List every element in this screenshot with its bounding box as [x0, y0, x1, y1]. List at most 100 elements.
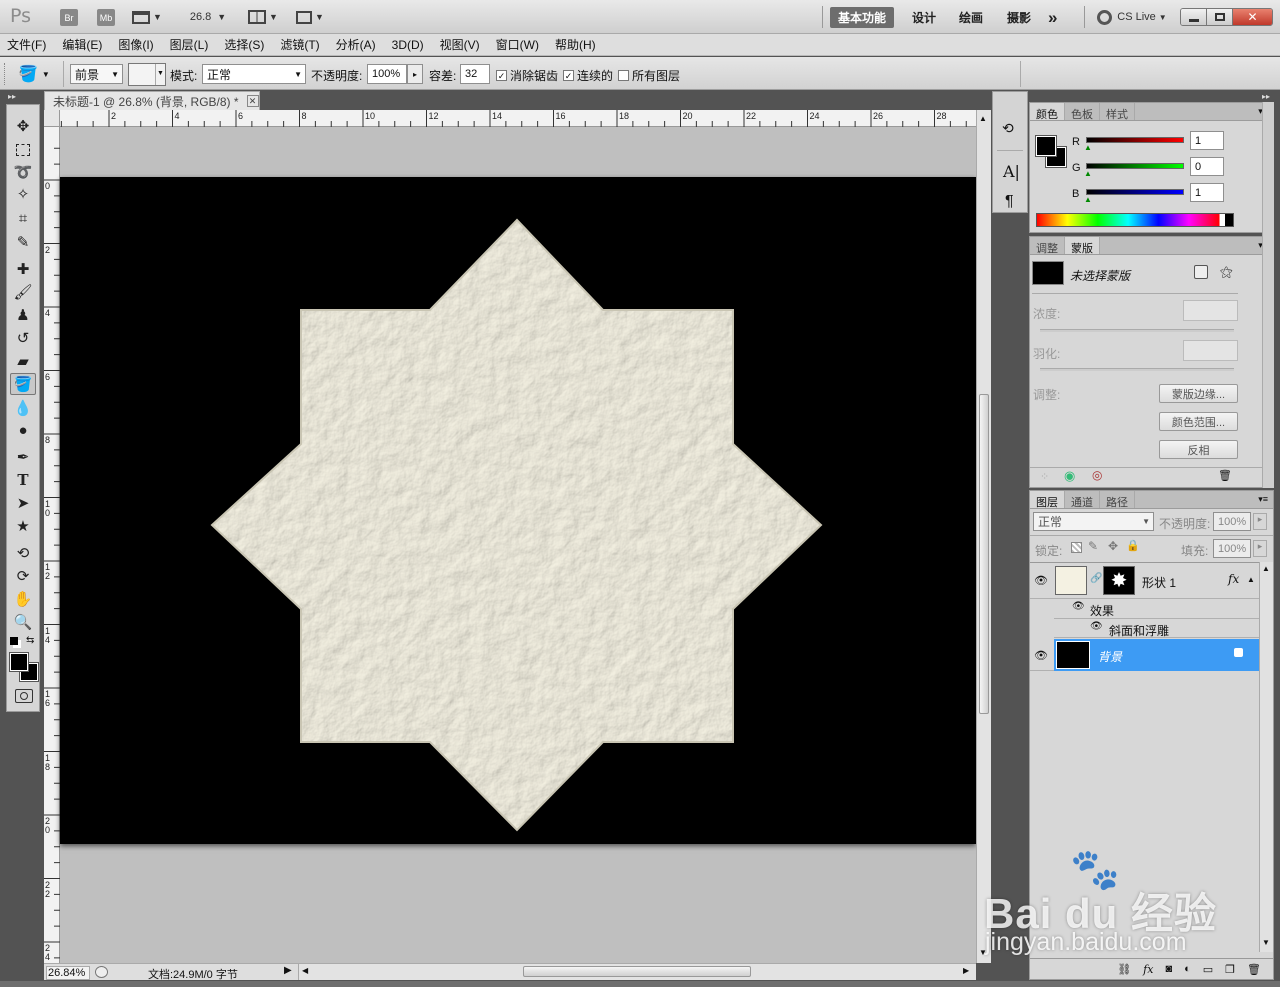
contiguous-checkbox[interactable]: ✓: [563, 70, 574, 81]
workspace-design[interactable]: 设计: [904, 7, 944, 28]
density-input[interactable]: [1183, 300, 1238, 321]
channel-b-thumb[interactable]: ▲: [1084, 195, 1092, 204]
channel-r-slider[interactable]: [1086, 137, 1184, 143]
bevel-visibility-icon[interactable]: 👁: [1090, 621, 1103, 632]
crop-tool[interactable]: ⌗: [10, 207, 36, 229]
document-tab[interactable]: 未标题-1 @ 26.8% (背景, RGB/8) * ✕: [44, 91, 260, 110]
add-style-icon[interactable]: fx: [1143, 963, 1153, 976]
zoom-level-dropdown[interactable]: 26.8 ▼: [186, 6, 230, 28]
hand-tool[interactable]: ✋: [10, 588, 36, 610]
channel-b-slider[interactable]: [1086, 189, 1184, 195]
channel-r-thumb[interactable]: ▲: [1084, 143, 1092, 152]
menu-file[interactable]: 文件(F): [7, 36, 46, 53]
effects-row[interactable]: 👁 效果: [1054, 599, 1259, 619]
clone-stamp-tool[interactable]: ♟: [10, 304, 36, 326]
history-panel-icon[interactable]: ⟲: [1002, 120, 1014, 137]
lock-all-icon[interactable]: 🔒: [1126, 539, 1140, 552]
swap-colors-icon[interactable]: ⇆: [26, 635, 34, 646]
workspace-painting[interactable]: 绘画: [951, 7, 991, 28]
marquee-tool[interactable]: [10, 139, 36, 161]
tab-swatches[interactable]: 色板: [1065, 103, 1100, 121]
opacity-input[interactable]: 100%: [367, 64, 407, 84]
layer-row-background[interactable]: 背景: [1054, 639, 1259, 671]
cs-live-button[interactable]: CS Live ▼: [1094, 6, 1170, 28]
panel-menu-icon[interactable]: ▾≡: [1258, 494, 1268, 508]
antialias-checkbox[interactable]: ✓: [496, 70, 507, 81]
tab-channels[interactable]: 通道: [1065, 491, 1100, 509]
antialias-checkbox-group[interactable]: ✓ 消除锯齿: [496, 67, 558, 84]
3d-orbit-tool[interactable]: ⟳: [10, 565, 36, 587]
tolerance-input[interactable]: 32: [460, 64, 490, 84]
move-tool[interactable]: ✥: [10, 115, 36, 137]
restore-button[interactable]: [1207, 9, 1233, 25]
default-colors-icon[interactable]: [10, 637, 18, 645]
tab-paths[interactable]: 路径: [1100, 491, 1135, 509]
minimize-button[interactable]: [1181, 9, 1207, 25]
scroll-thumb[interactable]: [979, 394, 989, 714]
eraser-tool[interactable]: ▰: [10, 350, 36, 372]
character-panel-icon[interactable]: A|: [1003, 162, 1020, 181]
channel-b-input[interactable]: 1: [1190, 183, 1224, 202]
layer-opacity-arrow[interactable]: ▸: [1253, 513, 1267, 530]
layers-scrollbar[interactable]: ▲ ▼: [1259, 562, 1273, 952]
3d-rotate-tool[interactable]: ⟲: [10, 542, 36, 564]
all-layers-checkbox-group[interactable]: 所有图层: [618, 67, 680, 84]
contiguous-checkbox-group[interactable]: ✓ 连续的: [563, 67, 613, 84]
bridge-button[interactable]: Br: [60, 9, 78, 26]
menu-analysis[interactable]: 分析(A): [336, 36, 376, 53]
vertical-scrollbar[interactable]: ▲ ▼: [976, 110, 991, 963]
channel-r-input[interactable]: 1: [1190, 131, 1224, 150]
expand-effects-icon[interactable]: ▲: [1247, 575, 1255, 584]
tab-masks[interactable]: 蒙版: [1065, 237, 1100, 255]
lock-position-icon[interactable]: ✥: [1108, 539, 1118, 553]
load-selection-icon[interactable]: ⁘: [1040, 470, 1049, 483]
fill-source-select[interactable]: 前景 ▼: [70, 64, 123, 84]
color-range-button[interactable]: 颜色范围...: [1159, 412, 1238, 431]
menu-help[interactable]: 帮助(H): [555, 36, 596, 53]
menu-filter[interactable]: 滤镜(T): [280, 36, 319, 53]
zoom-percentage-field[interactable]: 26.84%: [46, 966, 90, 980]
tab-styles[interactable]: 样式: [1100, 103, 1135, 121]
layer-fill-arrow[interactable]: ▸: [1253, 540, 1267, 557]
paragraph-panel-icon[interactable]: ¶: [1005, 193, 1014, 211]
feather-input[interactable]: [1183, 340, 1238, 361]
scroll-right-arrow[interactable]: ▶: [963, 966, 969, 975]
layer-fx-icon[interactable]: fx: [1228, 572, 1239, 586]
scroll-left-arrow[interactable]: ◀: [302, 966, 308, 975]
scroll-up-arrow[interactable]: ▲: [979, 114, 987, 123]
ruler-origin[interactable]: [44, 110, 60, 127]
workspace-photography[interactable]: 摄影: [999, 7, 1039, 28]
workspace-essentials[interactable]: 基本功能: [830, 7, 895, 28]
new-group-icon[interactable]: ▭: [1203, 963, 1213, 976]
menu-view[interactable]: 视图(V): [440, 36, 480, 53]
horizontal-scroll-thumb[interactable]: [523, 966, 751, 977]
menu-select[interactable]: 选择(S): [224, 36, 264, 53]
lasso-tool[interactable]: ➰: [10, 161, 36, 183]
brush-tool[interactable]: 🖌: [10, 281, 36, 303]
all-layers-checkbox[interactable]: [618, 70, 629, 81]
tab-adjustments[interactable]: 调整: [1030, 237, 1065, 255]
channel-g-input[interactable]: 0: [1190, 157, 1224, 176]
menu-edit[interactable]: 编辑(E): [62, 36, 102, 53]
tool-preset-picker[interactable]: 🪣 ▼: [18, 62, 58, 86]
horizontal-scrollbar[interactable]: ◀ ▶: [298, 964, 976, 980]
menu-window[interactable]: 窗口(W): [496, 36, 539, 53]
apply-mask-icon[interactable]: ◉: [1064, 468, 1075, 484]
color-fg-swatch[interactable]: [1035, 135, 1057, 157]
new-layer-icon[interactable]: ❐: [1225, 963, 1235, 976]
delete-mask-icon[interactable]: 🗑: [1218, 469, 1232, 482]
vector-mask-icon[interactable]: ⚝: [1220, 264, 1233, 280]
layer-row[interactable]: 👁 🔗 ✸ 形状 1 fx ▲: [1030, 563, 1259, 599]
close-window-button[interactable]: ✕: [1233, 9, 1272, 25]
menu-3d[interactable]: 3D(D): [392, 38, 424, 52]
quick-selection-tool[interactable]: ✧: [10, 183, 36, 205]
invert-button[interactable]: 反相: [1159, 440, 1238, 459]
eyedropper-tool[interactable]: ✎: [10, 231, 36, 253]
pixel-mask-icon[interactable]: [1194, 265, 1208, 279]
color-spectrum-bar[interactable]: [1036, 213, 1234, 227]
feather-slider[interactable]: [1040, 368, 1234, 371]
history-brush-tool[interactable]: ↺: [10, 327, 36, 349]
status-icon[interactable]: [95, 966, 108, 978]
close-document-button[interactable]: ✕: [246, 95, 259, 107]
channel-g-slider[interactable]: [1086, 163, 1184, 169]
